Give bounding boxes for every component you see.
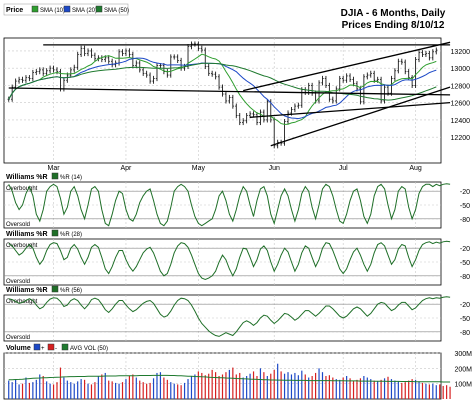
y-tick-label: 12400 bbox=[451, 118, 471, 125]
y-tick-label: -20 bbox=[460, 302, 470, 309]
legend-label: SMA (10) bbox=[40, 8, 65, 14]
legend-swatch bbox=[47, 343, 55, 351]
x-month-label: May bbox=[192, 165, 206, 172]
legend-swatch bbox=[95, 5, 103, 13]
legend-label: %R (14) bbox=[60, 175, 82, 181]
legend-swatch bbox=[33, 343, 41, 351]
williams-legend-label: Williams %R bbox=[6, 287, 48, 294]
williams-legend-label: Williams %R bbox=[6, 174, 48, 181]
y-tick-label: 100M bbox=[454, 382, 472, 389]
y-tick-label: 12200 bbox=[451, 135, 471, 142]
legend-label: %R (28) bbox=[60, 232, 82, 238]
y-tick-label: 13200 bbox=[451, 49, 471, 56]
chart-title-line2: Prices Ending 8/10/12 bbox=[342, 20, 445, 31]
volume-legend-label: Volume bbox=[6, 345, 31, 352]
legend-label: AVG VOL (50) bbox=[70, 346, 108, 352]
x-month-label: Mar bbox=[48, 165, 61, 172]
price-plot-frame bbox=[3, 37, 442, 164]
legend-label: SMA (50) bbox=[104, 8, 129, 14]
legend-price-label: Price bbox=[6, 7, 23, 14]
x-month-label: Apr bbox=[121, 165, 133, 172]
y-tick-label: -50 bbox=[460, 260, 470, 267]
x-month-label: Aug bbox=[409, 165, 422, 172]
y-tick-label: -80 bbox=[460, 217, 470, 224]
legend-swatch bbox=[63, 5, 71, 13]
oversold-label: Oversold bbox=[6, 279, 30, 285]
x-month-label: Jun bbox=[269, 165, 280, 172]
y-tick-label: 200M bbox=[454, 366, 472, 373]
legend-label: SMA (20) bbox=[72, 8, 97, 14]
williams-28-panel: -20-50-80OverboughtOversoldWilliams %R %R… bbox=[3, 229, 470, 286]
y-tick-label: -50 bbox=[460, 316, 470, 323]
chart-title-line1: DJIA - 6 Months, Daily bbox=[341, 8, 446, 19]
y-tick-label: -20 bbox=[460, 246, 470, 253]
williams-14-panel: -20-50-80OverboughtOversoldWilliams %R %R… bbox=[3, 172, 470, 229]
legend-label: %R (56) bbox=[60, 288, 82, 294]
legend-label: - bbox=[55, 346, 57, 352]
oversold-label: Oversold bbox=[6, 335, 30, 341]
stock-chart: DJIA - 6 Months, Daily Prices Ending 8/1… bbox=[0, 0, 474, 403]
williams-56-panel: -20-50-80OverboughtOversoldWilliams %R %R… bbox=[3, 285, 470, 342]
chart-canvas: DJIA - 6 Months, Daily Prices Ending 8/1… bbox=[3, 3, 472, 400]
y-tick-label: 12800 bbox=[451, 83, 471, 90]
oversold-label: Oversold bbox=[6, 222, 30, 228]
y-tick-label: 12600 bbox=[451, 101, 471, 108]
volume-panel: 100M 200M 300M Volume + - AVG VOL (50) bbox=[3, 343, 472, 400]
legend-swatch bbox=[51, 285, 59, 293]
legend-swatch bbox=[51, 229, 59, 237]
legend-swatch bbox=[61, 343, 69, 351]
y-tick-label: -50 bbox=[460, 203, 470, 210]
legend-swatch bbox=[51, 172, 59, 180]
y-tick-label: -20 bbox=[460, 189, 470, 196]
legend-label: + bbox=[41, 346, 45, 352]
y-tick-label: 13000 bbox=[451, 66, 471, 73]
x-month-label: Jul bbox=[339, 165, 348, 172]
y-tick-label: -80 bbox=[460, 330, 470, 337]
williams-legend-label: Williams %R bbox=[6, 231, 48, 238]
y-tick-label: 300M bbox=[454, 351, 472, 358]
y-tick-label: -80 bbox=[460, 274, 470, 281]
legend-swatch bbox=[31, 5, 39, 13]
